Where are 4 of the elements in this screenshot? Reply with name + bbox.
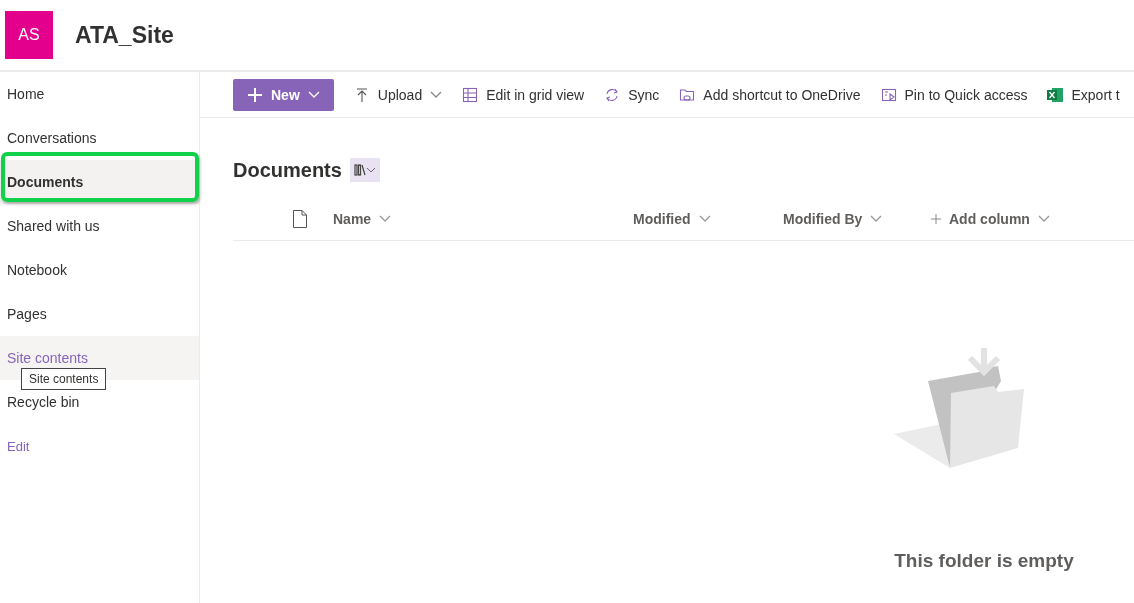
library-title: Documents [233,158,342,182]
site-title: ATA_Site [75,21,174,49]
empty-folder-message: This folder is empty [894,550,1074,572]
tooltip: Site contents [21,368,107,390]
